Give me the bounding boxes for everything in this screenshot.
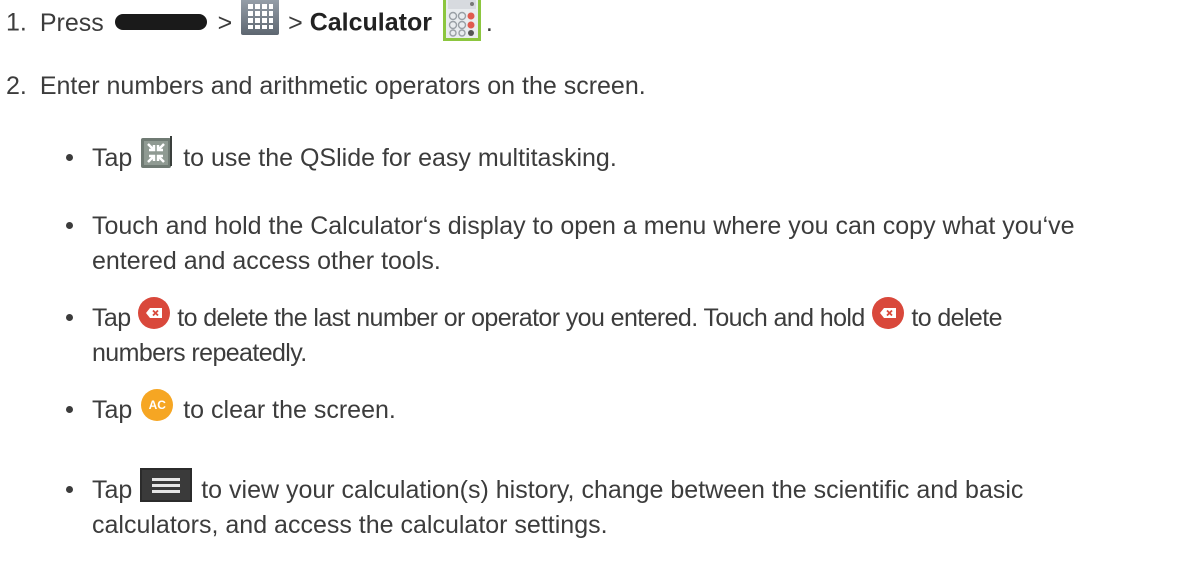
step-number: 2. xyxy=(6,72,27,100)
clear-ac-icon: AC xyxy=(140,388,174,422)
step-text: Enter numbers and arithmetic operators o… xyxy=(39,72,646,100)
list-item-hold-line1: Touch and hold the Calculator‘s display … xyxy=(92,212,1075,240)
qslide-icon xyxy=(140,136,174,170)
list-item-delete: Tap to delete the last number or operato… xyxy=(92,297,1002,336)
bullet xyxy=(66,406,73,413)
clear-text: to clear the screen. xyxy=(183,396,396,424)
home-button-icon xyxy=(114,12,207,32)
list-item-hold-line2: entered and access other tools. xyxy=(92,247,441,275)
separator: > xyxy=(288,8,303,37)
apps-grid-icon xyxy=(241,0,280,35)
bullet xyxy=(66,314,73,321)
bullet xyxy=(66,222,73,229)
delete-key-icon xyxy=(137,296,171,330)
list-item-qslide: Tap to use the QSlide for easy multitask… xyxy=(92,136,617,176)
tap-text: Tap xyxy=(92,304,131,332)
ac-label: AC xyxy=(148,398,166,413)
tap-text: Tap xyxy=(92,144,133,172)
separator: > xyxy=(217,8,233,37)
list-item-history-line2: calculators, and access the calculator s… xyxy=(92,511,608,539)
delete-key-icon xyxy=(871,296,905,330)
tap-text: Tap xyxy=(92,396,133,424)
history-text: to view your calculation(s) history, cha… xyxy=(201,476,1024,504)
tap-text: Tap xyxy=(92,476,133,504)
calculator-label: Calculator xyxy=(309,8,432,37)
list-item-history: Tap to view your calculation(s) history,… xyxy=(92,468,1024,508)
list-item-clear: Tap AC to clear the screen. xyxy=(92,389,396,428)
bullet xyxy=(66,154,73,161)
step-2: 2. Enter numbers and arithmetic operator… xyxy=(6,69,646,103)
qslide-text: to use the QSlide for easy multitasking. xyxy=(183,144,617,172)
step-number: 1. xyxy=(6,8,27,37)
list-item-delete-line2: numbers repeatedly. xyxy=(92,339,307,367)
delete-text: to delete the last number or operator yo… xyxy=(177,304,865,332)
menu-icon xyxy=(140,468,193,503)
calculator-app-icon xyxy=(442,0,481,41)
press-text: Press xyxy=(39,8,104,37)
delete-text-end: to delete xyxy=(911,304,1002,332)
end-period: . xyxy=(485,8,493,37)
bullet xyxy=(66,486,73,493)
step-1: 1. Press > > Calculator . xyxy=(6,0,493,47)
